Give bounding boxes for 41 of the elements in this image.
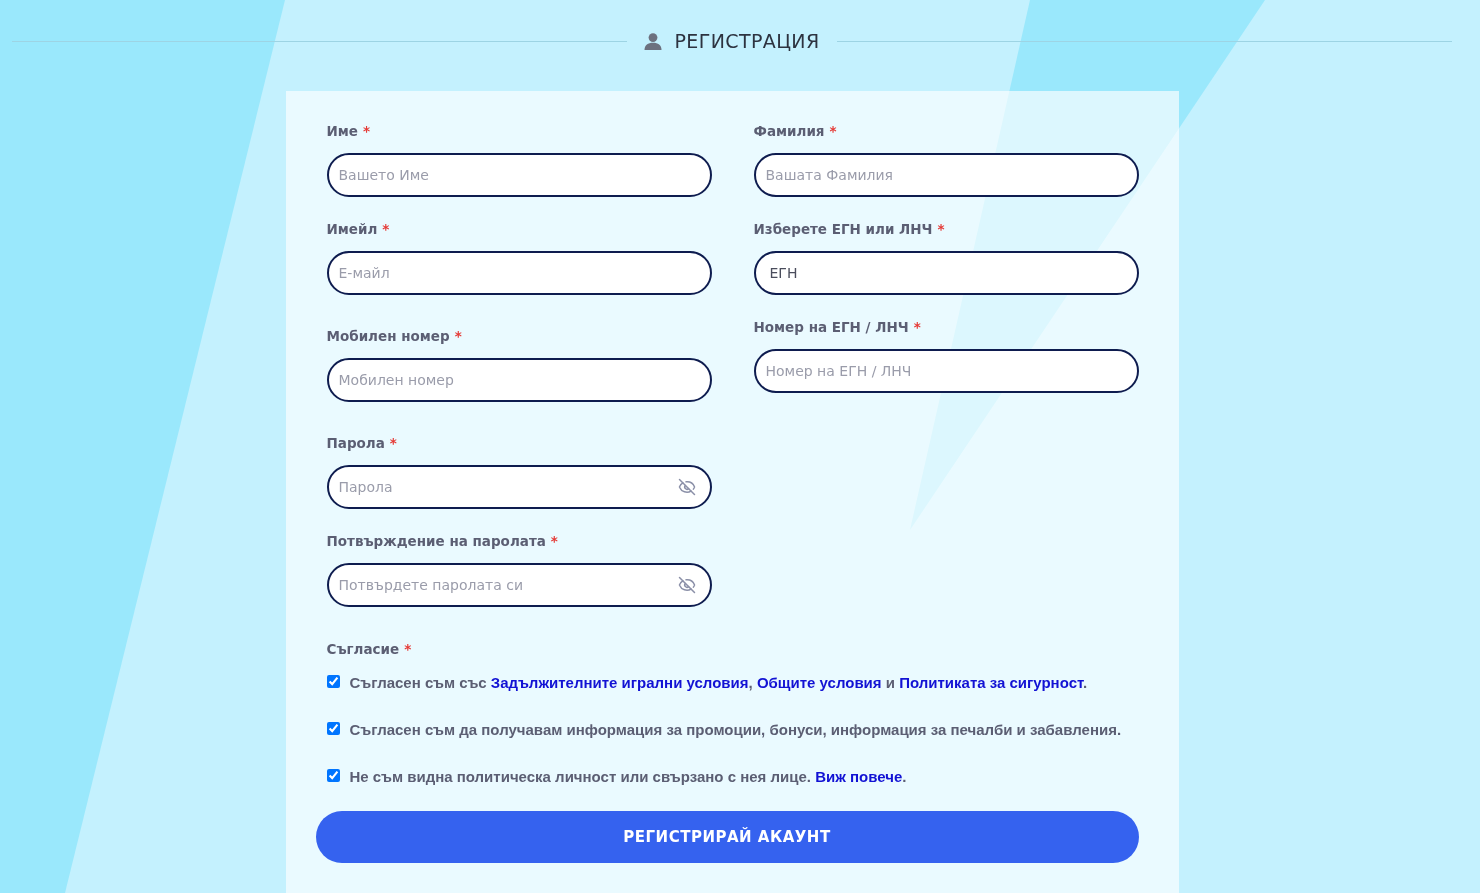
- checkbox[interactable]: [326, 675, 340, 688]
- required-mark: *: [382, 221, 390, 237]
- required-mark: *: [404, 641, 412, 657]
- person-icon: [644, 32, 663, 50]
- field-label: Фамилия: [753, 123, 825, 139]
- text-input[interactable]: Е-майл: [326, 251, 712, 295]
- text-input[interactable]: Номер на ЕГН / ЛНЧ: [753, 349, 1139, 393]
- required-mark: *: [363, 123, 371, 139]
- checkbox[interactable]: [326, 722, 340, 735]
- required-mark: *: [913, 319, 921, 335]
- eye-off-icon[interactable]: [677, 478, 696, 496]
- text-input[interactable]: Вашето Име: [326, 153, 712, 197]
- text-link[interactable]: Общите условия: [756, 674, 882, 691]
- consent-text: Не съм видна политическа личност или свързано с нея лице. Виж повече.: [349, 768, 907, 786]
- field-label: Съгласие: [326, 641, 400, 657]
- password-input[interactable]: Потвърдете паролата си: [326, 563, 712, 607]
- text-link[interactable]: Политиката за сигурност: [899, 674, 1083, 691]
- eye-off-icon[interactable]: [677, 576, 696, 594]
- required-mark: *: [389, 435, 397, 451]
- field-label: Номер на ЕГН / ЛНЧ: [753, 319, 909, 335]
- text-input[interactable]: Вашата Фамилия: [753, 153, 1139, 197]
- register-button[interactable]: РЕГИСТРИРАЙ АКАУНТ: [315, 811, 1139, 863]
- field-label: Потвърждение на паролата: [326, 533, 546, 549]
- text-link[interactable]: Виж повече: [815, 768, 903, 785]
- required-mark: *: [937, 221, 945, 237]
- password-input[interactable]: Парола: [326, 465, 712, 509]
- select-field[interactable]: ЕГН: [753, 251, 1139, 295]
- required-mark: *: [454, 328, 462, 344]
- field-label: Изберете ЕГН или ЛНЧ: [753, 221, 933, 237]
- consent-text: Съгласен съм със Задължителните игрални условия, Общите условия и Политиката за сигурност.: [349, 674, 1088, 692]
- field-label: Име: [326, 123, 358, 139]
- consent-text: Съгласен съм да получавам информация за промоции, бонуси, информация за печалби и забавления.: [349, 721, 1122, 739]
- field-label: Мобилен номер: [326, 328, 450, 344]
- page-title: РЕГИСТРАЦИЯ: [674, 29, 820, 54]
- text-link[interactable]: Задължителните игрални условия: [490, 674, 749, 691]
- checkbox[interactable]: [326, 769, 340, 782]
- required-mark: *: [550, 533, 558, 549]
- field-label: Имейл: [326, 221, 378, 237]
- text-input[interactable]: Мобилен номер: [326, 358, 712, 402]
- required-mark: *: [829, 123, 837, 139]
- field-label: Парола: [326, 435, 385, 451]
